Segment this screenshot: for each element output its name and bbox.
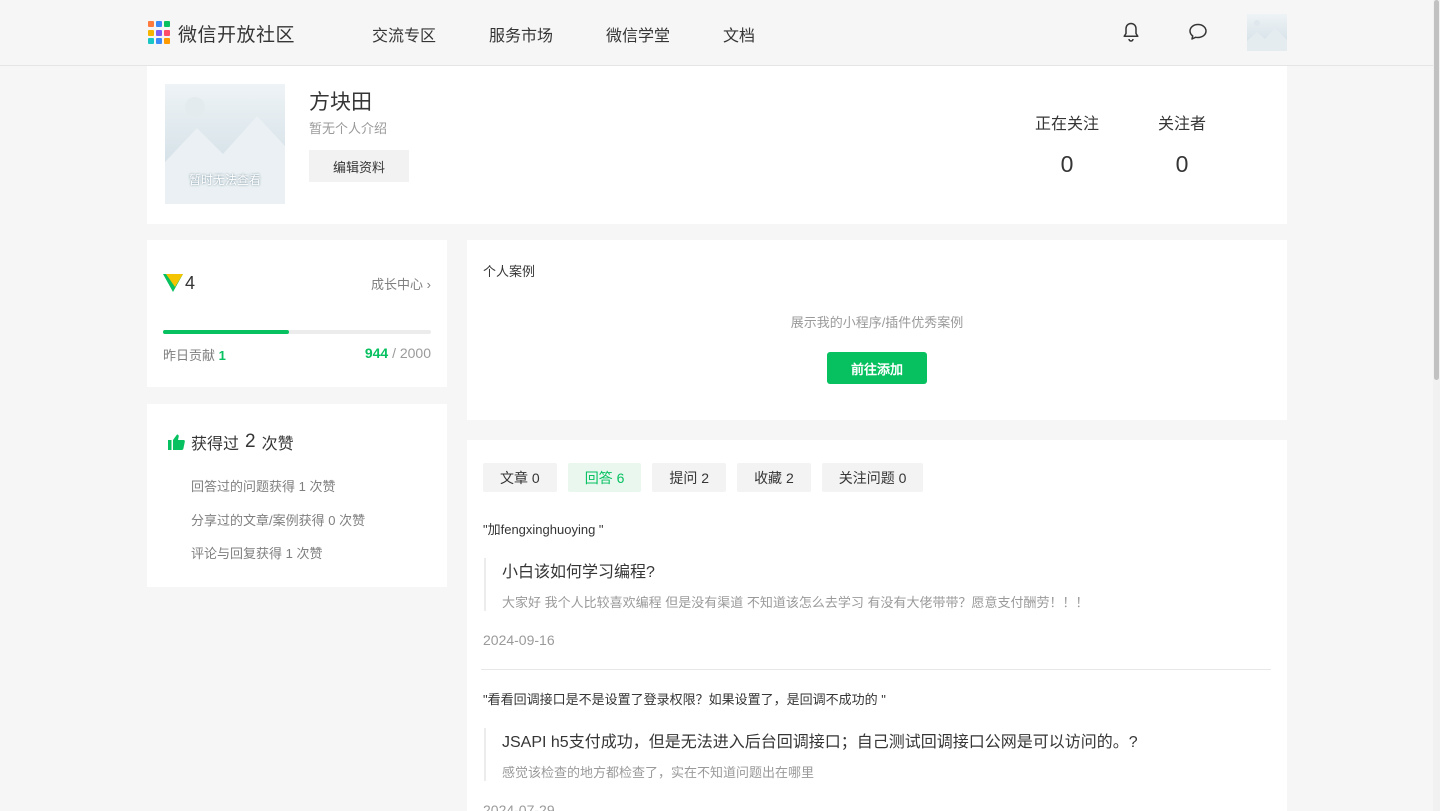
user-avatar-thumbnail[interactable] — [1247, 14, 1287, 51]
question-title[interactable]: JSAPI h5支付成功，但是无法进入后台回调接口；自己测试回调接口公网是可以访… — [502, 728, 1264, 752]
tab-questions[interactable]: 提问 2 — [652, 463, 727, 492]
add-case-button[interactable]: 前往添加 — [827, 352, 927, 384]
likes-answers-row: 回答过的问题获得 1 次赞 — [191, 479, 336, 494]
site-logo[interactable]: 微信开放社区 — [148, 20, 295, 46]
level-card: 4 成长中心 › 昨日贡献 1 944 / 2000 — [147, 240, 447, 387]
nav-item-academy[interactable]: 微信学堂 — [606, 22, 670, 46]
edit-profile-button[interactable]: 编辑资料 — [309, 150, 409, 182]
score-current: 944 — [364, 345, 389, 361]
bell-icon[interactable] — [1119, 20, 1143, 44]
likes-count: 2 — [245, 431, 256, 452]
followers-stat[interactable]: 关注者 0 — [1132, 110, 1232, 178]
progress-fill — [163, 330, 290, 334]
top-header: 微信开放社区 交流专区 服务市场 微信学堂 文档 — [0, 0, 1440, 66]
level-badge-icon — [163, 274, 183, 292]
likes-card: 获得过 2 次赞 回答过的问题获得 1 次赞 分享过的文章/案例获得 0 次赞 … — [147, 404, 447, 587]
growth-center-label: 成长中心 — [371, 277, 424, 292]
likes-prefix: 获得过 — [191, 436, 240, 453]
cases-description: 展示我的小程序/插件优秀案例 — [790, 315, 964, 330]
following-count: 0 — [1060, 151, 1074, 177]
question-description: 大家好 我个人比较喜欢编程 但是没有渠道 不知道该怎么去学习 有没有大佬带带？愿… — [502, 595, 1089, 610]
image-placeholder-icon — [1247, 20, 1287, 51]
following-stat[interactable]: 正在关注 0 — [1017, 110, 1117, 178]
logo-grid-icon — [148, 21, 172, 45]
question-description: 感觉该检查的地方都检查了，实在不知道问题出在哪里 — [502, 765, 815, 780]
likes-comments-row: 评论与回复获得 1 次赞 — [191, 546, 323, 561]
score-total: / 2000 — [392, 345, 431, 361]
contribution-progress-bar — [163, 330, 431, 334]
user-name: 方块田 — [309, 91, 372, 114]
profile-avatar: 暂时无法查看 — [165, 84, 285, 204]
thumbs-up-icon — [168, 434, 185, 450]
personal-cases-card: 个人案例 展示我的小程序/插件优秀案例 前往添加 — [467, 240, 1287, 420]
likes-summary: 获得过 2 次赞 — [168, 430, 294, 454]
yesterday-label: 昨日贡献 — [163, 348, 216, 363]
page-scrollbar[interactable] — [1433, 0, 1440, 811]
answer-date: 2024-09-16 — [483, 632, 555, 648]
tab-articles[interactable]: 文章 0 — [483, 463, 557, 492]
chevron-right-icon: › — [426, 277, 431, 292]
chat-bubble-icon[interactable] — [1186, 20, 1210, 44]
yesterday-value: 1 — [218, 348, 226, 363]
tab-favorites[interactable]: 收藏 2 — [737, 463, 811, 492]
question-quote[interactable]: JSAPI h5支付成功，但是无法进入后台回调接口；自己测试回调接口公网是可以访… — [484, 728, 1264, 781]
likes-articles-row: 分享过的文章/案例获得 0 次赞 — [191, 513, 366, 528]
main-nav: 交流专区 服务市场 微信学堂 文档 — [372, 22, 808, 46]
activity-tabs: 文章 0 回答 6 提问 2 收藏 2 关注问题 0 — [483, 463, 934, 492]
yesterday-contribution: 昨日贡献 1 — [163, 345, 226, 364]
answer-snippet[interactable]: "看看回调接口是不是设置了登录权限？如果设置了，是回调不成功的 " — [483, 689, 886, 708]
question-title[interactable]: 小白该如何学习编程? — [502, 558, 1264, 582]
avatar-unavailable-text: 暂时无法查看 — [188, 173, 261, 187]
level-number: 4 — [185, 273, 196, 293]
nav-item-service-market[interactable]: 服务市场 — [489, 22, 553, 46]
likes-suffix: 次赞 — [261, 436, 294, 453]
activity-card: 文章 0 回答 6 提问 2 收藏 2 关注问题 0 "加fengxinghuo… — [467, 440, 1287, 811]
growth-center-link[interactable]: 成长中心 › — [371, 274, 431, 293]
cases-title: 个人案例 — [483, 264, 536, 279]
answer-date: 2024-07-29 — [483, 802, 555, 811]
followers-label: 关注者 — [1157, 116, 1206, 133]
answer-snippet[interactable]: "加fengxinghuoying " — [483, 519, 604, 538]
profile-card: 暂时无法查看 方块田 暂无个人介绍 编辑资料 正在关注 0 关注者 0 — [147, 66, 1287, 224]
user-bio: 暂无个人介绍 — [309, 121, 388, 136]
logo-text: 微信开放社区 — [178, 24, 296, 46]
question-quote[interactable]: 小白该如何学习编程? 大家好 我个人比较喜欢编程 但是没有渠道 不知道该怎么去学… — [484, 558, 1264, 611]
tab-followed-questions[interactable]: 关注问题 0 — [821, 463, 924, 492]
followers-count: 0 — [1175, 151, 1189, 177]
contribution-score: 944 / 2000 — [365, 345, 431, 361]
following-label: 正在关注 — [1034, 116, 1099, 133]
tab-answers[interactable]: 回答 6 — [567, 463, 642, 492]
scrollbar-thumb[interactable] — [1434, 0, 1439, 380]
divider — [481, 669, 1271, 670]
nav-item-docs[interactable]: 文档 — [723, 22, 755, 46]
nav-item-community[interactable]: 交流专区 — [372, 22, 436, 46]
